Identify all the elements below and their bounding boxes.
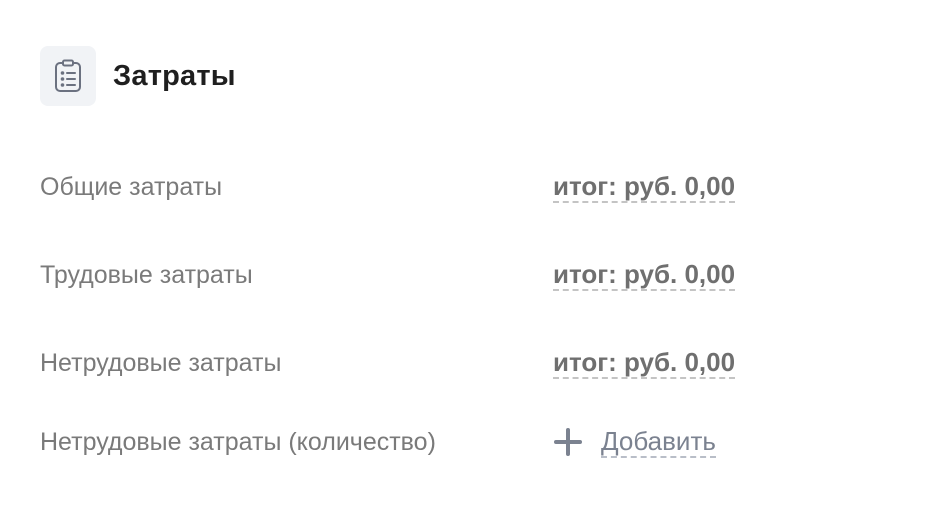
row-label: Нетрудовые затраты: [40, 348, 282, 377]
row-label: Общие затраты: [40, 172, 223, 201]
add-button-label: Добавить: [601, 426, 716, 458]
labor-cost-value[interactable]: итог: руб. 0,00: [553, 259, 736, 291]
section-header: Затраты: [40, 46, 236, 106]
plus-icon: [553, 427, 583, 457]
row-label: Трудовые затраты: [40, 260, 253, 289]
row-label: Нетрудовые затраты (количество): [40, 427, 436, 456]
cost-row-total: Общие затраты итог: руб. 0,00: [40, 167, 942, 207]
clipboard-list-icon: [40, 46, 96, 106]
cost-row-nonlabor-quantity: Нетрудовые затраты (количество) Добавить: [40, 422, 942, 462]
nonlabor-cost-value[interactable]: итог: руб. 0,00: [553, 347, 736, 379]
section-title: Затраты: [113, 59, 236, 92]
add-button[interactable]: Добавить: [553, 426, 716, 458]
total-cost-value[interactable]: итог: руб. 0,00: [553, 171, 736, 203]
cost-row-nonlabor: Нетрудовые затраты итог: руб. 0,00: [40, 343, 942, 383]
cost-row-labor: Трудовые затраты итог: руб. 0,00: [40, 255, 942, 295]
